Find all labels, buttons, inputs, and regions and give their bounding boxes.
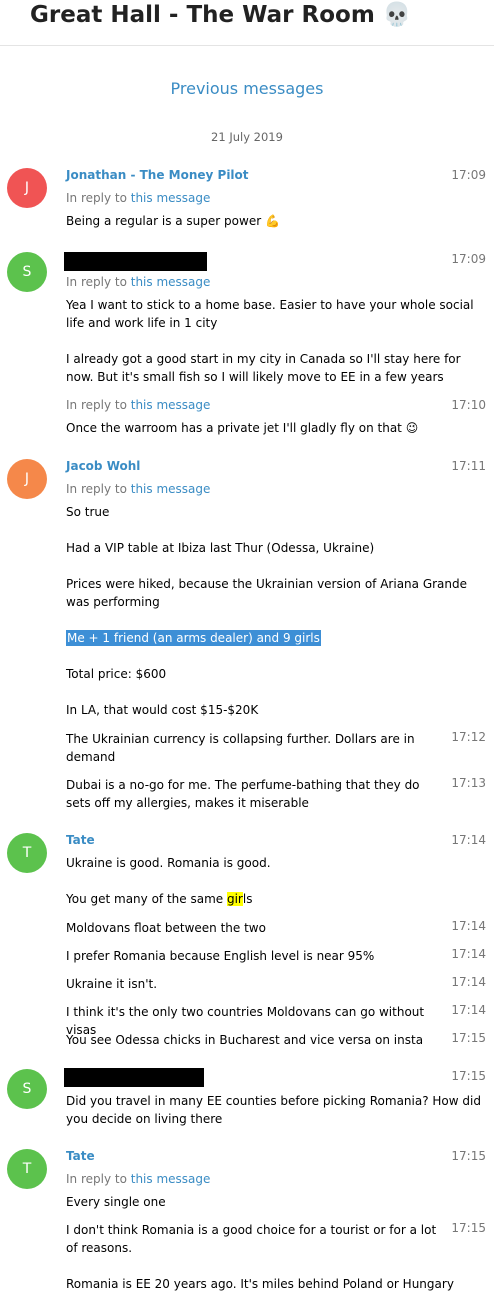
- message-text: Every single one: [66, 1195, 166, 1209]
- redacted-sender-name: [64, 252, 207, 271]
- reply-link[interactable]: this message: [131, 482, 211, 496]
- avatar[interactable]: S: [7, 252, 47, 292]
- reply-link[interactable]: this message: [131, 275, 211, 289]
- avatar[interactable]: J: [7, 459, 47, 499]
- reply-reference: In reply to this message: [66, 1172, 210, 1186]
- reply-reference: In reply to this message: [66, 482, 210, 496]
- reply-link[interactable]: this message: [131, 191, 211, 205]
- chat-header: Great Hall - The War Room 💀: [0, 0, 494, 46]
- message-text: Being a regular is a super power 💪: [66, 212, 446, 230]
- message-text: Had a VIP table at Ibiza last Thur (Odes…: [66, 541, 375, 555]
- message-body: Once the warroom has a private jet I'll …: [66, 421, 402, 435]
- reply-prefix: In reply to: [66, 398, 131, 412]
- reply-prefix: In reply to: [66, 482, 131, 496]
- sender-name[interactable]: Jonathan - The Money Pilot: [66, 168, 249, 182]
- message-text: Moldovans float between the two: [66, 921, 266, 935]
- selected-text: Me + 1 friend (an arms dealer) and 9 gir…: [66, 630, 321, 646]
- message-time: 17:11: [451, 459, 486, 473]
- message-text: Prices were hiked, because the Ukrainian…: [66, 577, 468, 609]
- previous-messages-link[interactable]: Previous messages: [0, 79, 494, 98]
- message-time: 17:15: [451, 1221, 486, 1235]
- message-time: 17:13: [451, 776, 486, 790]
- message-text: The Ukrainian currency is collapsing fur…: [66, 732, 415, 764]
- sender-name[interactable]: Jacob Wohl: [66, 459, 140, 473]
- avatar[interactable]: S: [7, 1069, 47, 1109]
- winking-face-icon: 😉: [405, 421, 419, 435]
- message-text: Did you travel in many EE counties befor…: [66, 1094, 481, 1126]
- message-time: 17:09: [451, 252, 486, 266]
- message-time: 17:14: [451, 919, 486, 933]
- message-time: 17:14: [451, 975, 486, 989]
- skull-icon: 💀: [382, 2, 412, 28]
- message-text: Yea I want to stick to a home base. Easi…: [66, 298, 474, 330]
- message-time: 17:12: [451, 730, 486, 744]
- message-text: Ukraine it isn't.: [66, 977, 158, 991]
- message-text: I don't think Romania is a good choice f…: [66, 1223, 437, 1255]
- reply-reference: In reply to this message: [66, 398, 210, 412]
- reply-reference: In reply to this message: [66, 275, 210, 289]
- message-text: In LA, that would cost $15-$20K: [66, 703, 259, 717]
- message-text: I already got a good start in my city in…: [66, 352, 461, 384]
- message-time: 17:14: [451, 1003, 486, 1017]
- message-time: 17:14: [451, 833, 486, 847]
- reply-prefix: In reply to: [66, 1172, 131, 1186]
- avatar[interactable]: J: [7, 168, 47, 208]
- message-time: 17:09: [451, 168, 486, 182]
- message-body: You get many of the same: [66, 892, 227, 906]
- redacted-sender-name: [64, 1068, 204, 1087]
- reply-link[interactable]: this message: [131, 1172, 211, 1186]
- reply-prefix: In reply to: [66, 275, 131, 289]
- message-text: Ukraine is good. Romania is good.: [66, 856, 271, 870]
- message-text: I prefer Romania because English level i…: [66, 949, 375, 963]
- avatar[interactable]: T: [7, 833, 47, 873]
- search-highlight: gir: [226, 892, 243, 906]
- message-text: You get many of the same girls: [66, 890, 446, 908]
- message-time: 17:15: [451, 1069, 486, 1083]
- message-body: ls: [242, 892, 253, 906]
- message-text: Romania is EE 20 years ago. It's miles b…: [66, 1277, 454, 1291]
- message-time: 17:15: [451, 1149, 486, 1163]
- message-text: You see Odessa chicks in Bucharest and v…: [66, 1033, 424, 1047]
- room-title-text: Great Hall - The War Room: [30, 2, 375, 28]
- message-time: 17:10: [451, 398, 486, 412]
- message-text: Once the warroom has a private jet I'll …: [66, 419, 446, 437]
- avatar[interactable]: T: [7, 1149, 47, 1189]
- flexed-biceps-icon: 💪: [264, 214, 280, 228]
- sender-name[interactable]: Tate: [66, 833, 95, 847]
- message-text: Me + 1 friend (an arms dealer) and 9 gir…: [66, 629, 446, 647]
- message-text: So true: [66, 505, 110, 519]
- message-text: Dubai is a no-go for me. The perfume-bat…: [66, 778, 420, 810]
- message-time: 17:15: [451, 1031, 486, 1045]
- message-time: 17:14: [451, 947, 486, 961]
- date-separator: 21 July 2019: [211, 130, 283, 144]
- message-text: Total price: $600: [66, 667, 167, 681]
- reply-reference: In reply to this message: [66, 191, 210, 205]
- reply-link[interactable]: this message: [131, 398, 211, 412]
- message-body: Being a regular is a super power: [66, 214, 262, 228]
- sender-name[interactable]: Tate: [66, 1149, 95, 1163]
- room-title[interactable]: Great Hall - The War Room 💀: [30, 0, 411, 30]
- reply-prefix: In reply to: [66, 191, 131, 205]
